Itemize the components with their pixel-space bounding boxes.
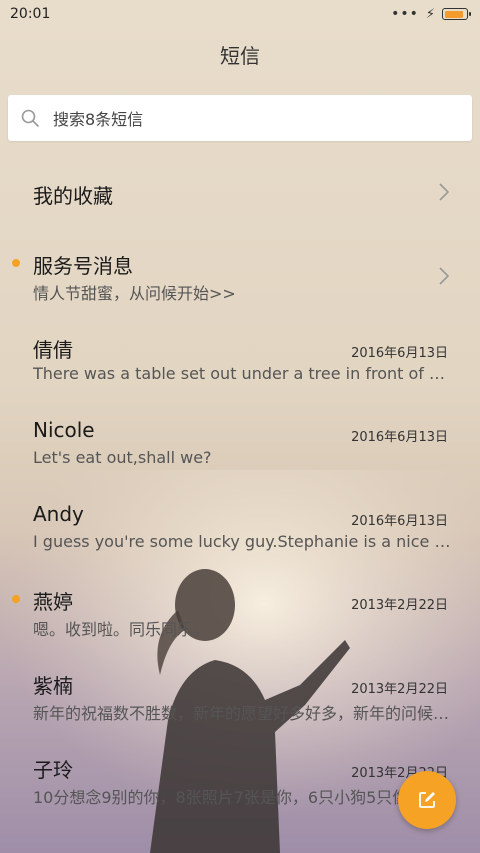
message-preview: There was a table set out under a tree i… bbox=[33, 364, 451, 383]
contact-name: 倩倩 bbox=[33, 338, 73, 362]
conversation-item[interactable]: 燕婷 2013年2月22日 嗯。收到啦。同乐同乐。 bbox=[0, 570, 480, 654]
search-icon bbox=[21, 109, 39, 127]
compose-icon bbox=[419, 792, 435, 808]
chevron-right-icon bbox=[439, 183, 450, 201]
search-bar[interactable]: 搜索8条短信 bbox=[8, 95, 472, 141]
message-date: 2016年6月13日 bbox=[351, 430, 448, 445]
service-messages-item[interactable]: 服务号消息 情人节甜蜜，从问候开始>> bbox=[0, 234, 480, 318]
unread-dot bbox=[12, 595, 20, 603]
battery-icon bbox=[442, 8, 471, 20]
favorites-label: 我的收藏 bbox=[33, 184, 113, 208]
status-time: 20:01 bbox=[10, 6, 51, 22]
contact-name: 子玲 bbox=[33, 758, 73, 782]
search-placeholder: 搜索8条短信 bbox=[53, 110, 144, 129]
service-subtitle: 情人节甜蜜，从问候开始>> bbox=[33, 284, 236, 303]
signal-dots-icon: ••• bbox=[391, 6, 419, 22]
message-list: 我的收藏 服务号消息 情人节甜蜜，从问候开始>> 倩倩 2016年6月13日 T… bbox=[0, 150, 480, 822]
charging-icon: ⚡ bbox=[425, 6, 435, 22]
service-label: 服务号消息 bbox=[33, 254, 133, 278]
compose-button[interactable] bbox=[398, 771, 456, 829]
message-date: 2016年6月13日 bbox=[351, 514, 448, 529]
message-preview: 嗯。收到啦。同乐同乐。 bbox=[33, 620, 210, 639]
unread-dot bbox=[12, 259, 20, 267]
page-title: 短信 bbox=[220, 44, 260, 68]
status-bar: 20:01 ••• ⚡ bbox=[0, 0, 480, 28]
status-icons: ••• ⚡ bbox=[391, 6, 471, 22]
message-date: 2016年6月13日 bbox=[351, 346, 448, 361]
contact-name: Nicole bbox=[33, 418, 95, 442]
message-preview: 10分想念9别的你，8张照片7张是你，6只小狗5只像你 bbox=[33, 788, 425, 807]
favorites-item[interactable]: 我的收藏 bbox=[0, 150, 480, 234]
chevron-right-icon bbox=[439, 267, 450, 285]
contact-name: 燕婷 bbox=[33, 590, 73, 614]
message-preview: 新年的祝福数不胜数，新年的愿望好多好多，新年的问候送给你 bbox=[33, 704, 451, 723]
contact-name: Andy bbox=[33, 502, 84, 526]
conversation-item[interactable]: Nicole 2016年6月13日 Let's eat out,shall we… bbox=[0, 402, 480, 486]
message-date: 2013年2月22日 bbox=[351, 598, 448, 613]
message-preview: Let's eat out,shall we? bbox=[33, 448, 212, 467]
message-preview: I guess you're some lucky guy.Stephanie … bbox=[33, 532, 451, 551]
conversation-item[interactable]: 倩倩 2016年6月13日 There was a table set out … bbox=[0, 318, 480, 402]
conversation-item[interactable]: Andy 2016年6月13日 I guess you're some luck… bbox=[0, 486, 480, 570]
conversation-item[interactable]: 紫楠 2013年2月22日 新年的祝福数不胜数，新年的愿望好多好多，新年的问候送… bbox=[0, 654, 480, 738]
message-date: 2013年2月22日 bbox=[351, 682, 448, 697]
contact-name: 紫楠 bbox=[33, 674, 73, 698]
